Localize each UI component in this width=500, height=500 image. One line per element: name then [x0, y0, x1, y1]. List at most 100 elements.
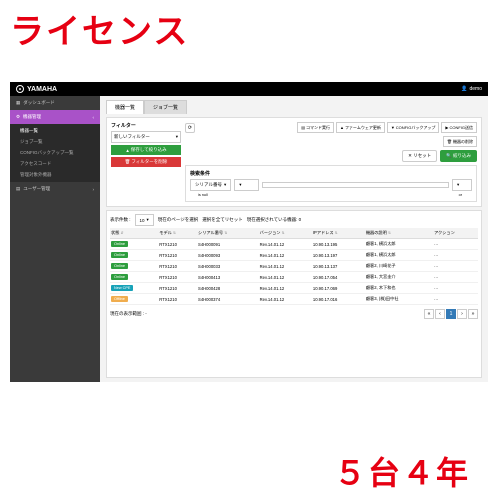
button-label: リセット: [413, 153, 431, 158]
table-row[interactable]: OfflineRTX1210S4H000374Rev.14.01.1210.90…: [110, 294, 478, 305]
search-join-select[interactable]: ▾: [452, 179, 472, 191]
topbar: ⊛ YAMAHA 👤 demo: [10, 82, 488, 96]
table-row[interactable]: OnlineRTX1210S4H000093Rev.14.01.1210.90.…: [110, 250, 478, 261]
user-icon: 👤: [461, 86, 467, 92]
filter-delete-button[interactable]: 🗑 フィルターを削除: [111, 157, 181, 167]
tab-job-list[interactable]: ジョブ一覧: [144, 100, 187, 114]
user-menu[interactable]: 👤 demo: [461, 86, 482, 92]
cell-action[interactable]: ⋯: [433, 294, 478, 305]
chevron-right-icon: ›: [93, 187, 95, 192]
cell-model: RTX1210: [158, 283, 197, 294]
chevron-down-icon: ▾: [147, 217, 149, 223]
users-icon: ▤: [16, 186, 20, 192]
cell-ip: 10.90.17.016: [312, 294, 365, 305]
filter-box: フィルター 新しいフィルター ▾ ▲ 保存して絞り込み 🗑 フィルターを削除: [111, 122, 181, 202]
search-op-select[interactable]: ▾: [234, 179, 259, 191]
clear-selection-link[interactable]: 選択を全てリセット: [202, 217, 243, 223]
col-version[interactable]: バージョン ⇅: [259, 228, 312, 239]
status-badge: Online: [111, 241, 128, 247]
cell-ip: 10.90.17.069: [312, 283, 365, 294]
table-row[interactable]: New CPERTX1210S4H000428Rev.14.01.1210.90…: [110, 283, 478, 294]
pager-prev[interactable]: ‹: [435, 309, 445, 319]
pager-next[interactable]: ›: [457, 309, 467, 319]
cell-version: Rev.14.01.12: [259, 283, 312, 294]
status-badge: New CPE: [111, 285, 133, 291]
subnav-config-backup[interactable]: CONFIGバックアップ一覧: [20, 149, 100, 157]
page-size-select[interactable]: 10▾: [135, 214, 154, 226]
filter-select-label: 新しいフィルター: [114, 134, 150, 140]
cell-model: RTX1210: [158, 294, 197, 305]
pager: 現在の表示範囲 : - « ‹ 1 › »: [110, 307, 478, 319]
cell-action[interactable]: ⋯: [433, 261, 478, 272]
button-label: CONFIG送信: [449, 125, 473, 131]
search-field-select[interactable]: シリアル番号▾: [190, 179, 231, 191]
col-ip[interactable]: IPアドレス ⇅: [312, 228, 365, 239]
cell-serial: S4H000033: [197, 261, 259, 272]
main-content: 機器一覧 ジョブ一覧 フィルター 新しいフィルター ▾ ▲ 保存して絞り込み 🗑: [100, 96, 488, 382]
sidebar-item-label: ユーザー管理: [23, 186, 50, 192]
cell-desc: 顧客2, 木下和也: [365, 283, 433, 294]
col-model[interactable]: モデル ⇅: [158, 228, 197, 239]
button-label: フィルターを削除: [131, 159, 167, 165]
select-label: シリアル番号: [195, 182, 222, 188]
count-label: 表示件数 :: [110, 217, 131, 223]
sidebar-item-devices[interactable]: ⚙ 機器管理 ‹: [10, 110, 100, 124]
status-badge: Online: [111, 274, 128, 280]
col-status[interactable]: 状態 ⇵: [110, 228, 158, 239]
hint-or: or: [459, 193, 462, 197]
overlay-title-top: ライセンス: [0, 0, 500, 57]
cell-serial: S4H000413: [197, 272, 259, 283]
chevron-left-icon: ‹: [93, 115, 95, 120]
search-value-input[interactable]: [262, 182, 449, 188]
brand-text: YAMAHA: [27, 86, 57, 93]
sidebar-item-dashboard[interactable]: ▦ ダッシュボード: [10, 96, 100, 110]
sidebar-item-users[interactable]: ▤ ユーザー管理 ›: [10, 182, 100, 196]
col-desc[interactable]: 機器の説明 ⇅: [365, 228, 433, 239]
reset-button[interactable]: ✕ リセット: [402, 150, 437, 162]
user-name: demo: [469, 86, 482, 92]
config-send-button[interactable]: ▶CONFIG送信: [441, 122, 477, 133]
button-label: 絞り込み: [453, 153, 471, 158]
pager-first[interactable]: «: [424, 309, 434, 319]
pager-page-1[interactable]: 1: [446, 309, 456, 319]
pager-last[interactable]: »: [468, 309, 478, 319]
filter-select[interactable]: 新しいフィルター ▾: [111, 131, 181, 143]
table-row[interactable]: OnlineRTX1210S4H000033Rev.14.01.1210.90.…: [110, 261, 478, 272]
subnav-job-list[interactable]: ジョブ一覧: [20, 138, 100, 146]
cell-version: Rev.14.01.12: [259, 250, 312, 261]
button-label: ファームウェア更新: [345, 125, 381, 131]
device-delete-button[interactable]: 🗑機器の削除: [443, 136, 477, 147]
chevron-down-icon: ▾: [224, 182, 226, 188]
subnav-access-code[interactable]: アクセスコード: [20, 160, 100, 168]
cell-version: Rev.14.01.12: [259, 294, 312, 305]
table-row[interactable]: OnlineRTX1210S4H000413Rev.14.01.1210.90.…: [110, 272, 478, 283]
select-page-link[interactable]: 現在のページを選択: [158, 217, 198, 223]
save-icon: ▲: [125, 148, 129, 153]
cell-ip: 10.90.13.195: [312, 239, 365, 250]
cell-action[interactable]: ⋯: [433, 250, 478, 261]
list-icon: ▤: [301, 125, 305, 130]
cell-action[interactable]: ⋯: [433, 239, 478, 250]
cell-model: RTX1210: [158, 261, 197, 272]
filter-panel: フィルター 新しいフィルター ▾ ▲ 保存して絞り込み 🗑 フィルターを削除: [106, 117, 482, 207]
device-table: 状態 ⇵ モデル ⇅ シリアル番号 ⇅ バージョン ⇅ IPアドレス ⇅ 機器の…: [110, 228, 478, 305]
selection-info: 現在選択されている機器: 0: [247, 217, 301, 223]
subnav-device-list[interactable]: 機器一覧: [20, 127, 100, 135]
col-serial[interactable]: シリアル番号 ⇅: [197, 228, 259, 239]
table-row[interactable]: OnlineRTX1210S4H000091Rev.14.01.1210.90.…: [110, 239, 478, 250]
cell-desc: 顧客2, 川崎花子: [365, 261, 433, 272]
cmd-exec-button[interactable]: ▤コマンド実行: [297, 122, 334, 133]
search-icon: 🔍: [446, 153, 452, 158]
apply-button[interactable]: 🔍 絞り込み: [440, 150, 477, 162]
cell-action[interactable]: ⋯: [433, 283, 478, 294]
cell-version: Rev.14.01.12: [259, 239, 312, 250]
firmware-button[interactable]: ▲ファームウェア更新: [336, 122, 385, 133]
subnav-unmanaged[interactable]: 管理対象外機器: [20, 171, 100, 179]
tab-device-list[interactable]: 機器一覧: [106, 100, 144, 114]
cell-action[interactable]: ⋯: [433, 272, 478, 283]
cell-ip: 10.90.17.054: [312, 272, 365, 283]
logo-icon: ⊛: [16, 85, 24, 93]
config-backup-button[interactable]: ▼CONFIGバックアップ: [387, 122, 440, 133]
filter-save-button[interactable]: ▲ 保存して絞り込み: [111, 145, 181, 155]
reload-button[interactable]: ⟳: [185, 123, 195, 133]
